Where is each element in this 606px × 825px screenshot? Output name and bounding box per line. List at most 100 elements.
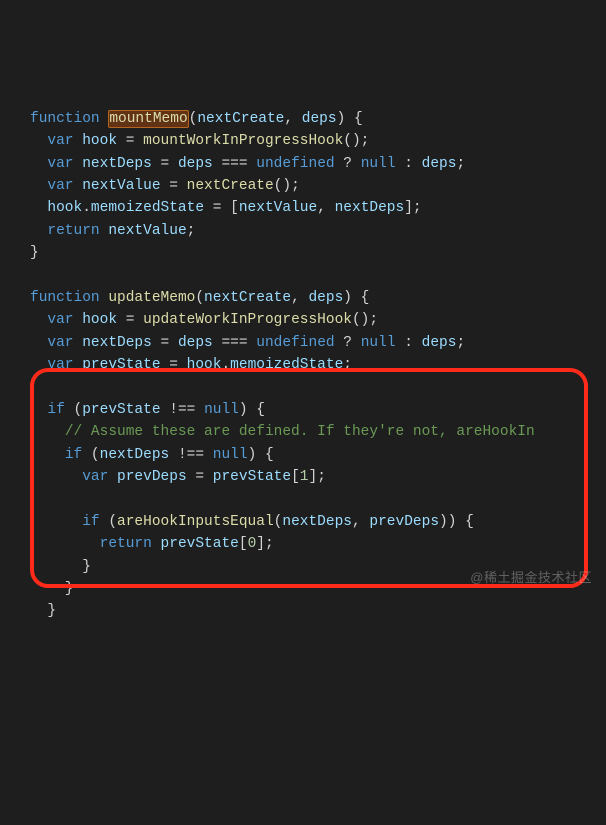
code-token: areHookInputsEqual <box>117 514 274 530</box>
code-token <box>74 133 83 149</box>
code-token: , <box>317 200 334 216</box>
code-token: deps <box>178 156 213 172</box>
code-token: ) { <box>248 447 274 463</box>
code-token: nextValue <box>108 223 186 239</box>
code-token: ) { <box>343 290 369 306</box>
code-token: (); <box>343 133 369 149</box>
code-token <box>74 156 83 172</box>
code-token: prevState <box>82 357 160 373</box>
code-line: var hook = mountWorkInProgressHook(); <box>30 130 598 152</box>
code-token: nextCreate <box>197 111 284 127</box>
code-token: nextDeps <box>335 200 405 216</box>
code-token: memoizedState <box>230 357 343 373</box>
code-token: memoizedState <box>91 200 204 216</box>
code-token: return <box>100 536 152 552</box>
code-token: var <box>82 469 108 485</box>
code-token: ( <box>82 447 99 463</box>
code-token: mountWorkInProgressHook <box>143 133 343 149</box>
code-token <box>30 223 47 239</box>
code-token: [ <box>291 469 300 485</box>
code-token: nextValue <box>239 200 317 216</box>
code-token: ]; <box>309 469 326 485</box>
code-line: } <box>30 600 598 622</box>
code-token: hook <box>187 357 222 373</box>
code-token: return <box>47 223 99 239</box>
code-token: var <box>47 357 73 373</box>
code-token <box>30 156 47 172</box>
code-token: )) { <box>439 514 474 530</box>
code-token: ]; <box>256 536 273 552</box>
code-token: nextDeps <box>100 447 170 463</box>
code-token: deps <box>178 335 213 351</box>
code-token: , <box>352 514 369 530</box>
code-token: prevState <box>161 536 239 552</box>
code-token: function <box>30 111 100 127</box>
code-token: } <box>30 581 74 597</box>
code-token: nextValue <box>82 178 160 194</box>
code-token: deps <box>422 156 457 172</box>
code-token: updateMemo <box>108 290 195 306</box>
code-line: var hook = updateWorkInProgressHook(); <box>30 309 598 331</box>
code-line: } <box>30 242 598 264</box>
code-token: = <box>161 357 187 373</box>
code-token <box>30 133 47 149</box>
code-token: ; <box>343 357 352 373</box>
code-token: var <box>47 335 73 351</box>
code-token: !== <box>169 447 213 463</box>
code-line: } <box>30 578 598 600</box>
code-token <box>30 178 47 194</box>
code-line: if (areHookInputsEqual(nextDeps, prevDep… <box>30 511 598 533</box>
code-token: hook <box>82 133 117 149</box>
code-token: = <box>187 469 213 485</box>
code-token <box>108 469 117 485</box>
code-token: deps <box>302 111 337 127</box>
code-token: var <box>47 133 73 149</box>
code-line: // Assume these are defined. If they're … <box>30 421 598 443</box>
code-token <box>74 335 83 351</box>
code-token: var <box>47 312 73 328</box>
code-token: ]; <box>404 200 421 216</box>
code-token: if <box>82 514 99 530</box>
code-line: return prevState[0]; <box>30 533 598 555</box>
code-token <box>30 469 82 485</box>
code-token: deps <box>308 290 343 306</box>
code-line: function updateMemo(nextCreate, deps) { <box>30 287 598 309</box>
code-token <box>30 424 65 440</box>
code-token: . <box>82 200 91 216</box>
code-token: nextDeps <box>82 335 152 351</box>
code-token: ; <box>187 223 196 239</box>
code-token <box>152 536 161 552</box>
code-token: (); <box>352 312 378 328</box>
code-line: } <box>30 556 598 578</box>
code-token: null <box>361 156 396 172</box>
code-token: nextCreate <box>187 178 274 194</box>
code-line: var prevDeps = prevState[1]; <box>30 466 598 488</box>
code-token: (); <box>274 178 300 194</box>
code-token: : <box>396 335 422 351</box>
code-token: = <box>152 335 178 351</box>
code-token: === <box>213 156 257 172</box>
code-token: var <box>47 178 73 194</box>
code-token: !== <box>161 402 205 418</box>
code-token: = [ <box>204 200 239 216</box>
code-token: nextDeps <box>82 156 152 172</box>
code-token: var <box>47 156 73 172</box>
code-token: nextDeps <box>282 514 352 530</box>
code-token <box>74 178 83 194</box>
code-token: hook <box>82 312 117 328</box>
code-token: nextCreate <box>204 290 291 306</box>
code-token: . <box>221 357 230 373</box>
code-token: ( <box>100 514 117 530</box>
code-line: function mountMemo(nextCreate, deps) { <box>30 108 598 130</box>
code-token: ? <box>335 156 361 172</box>
code-token: ) { <box>239 402 265 418</box>
code-token: ( <box>65 402 82 418</box>
code-line: var nextDeps = deps === undefined ? null… <box>30 332 598 354</box>
code-line: var nextValue = nextCreate(); <box>30 175 598 197</box>
code-token: = <box>117 133 143 149</box>
code-token: undefined <box>256 156 334 172</box>
code-token: // Assume these are defined. If they're … <box>65 424 535 440</box>
code-token <box>30 312 47 328</box>
code-token: prevState <box>82 402 160 418</box>
code-token: } <box>30 245 39 261</box>
